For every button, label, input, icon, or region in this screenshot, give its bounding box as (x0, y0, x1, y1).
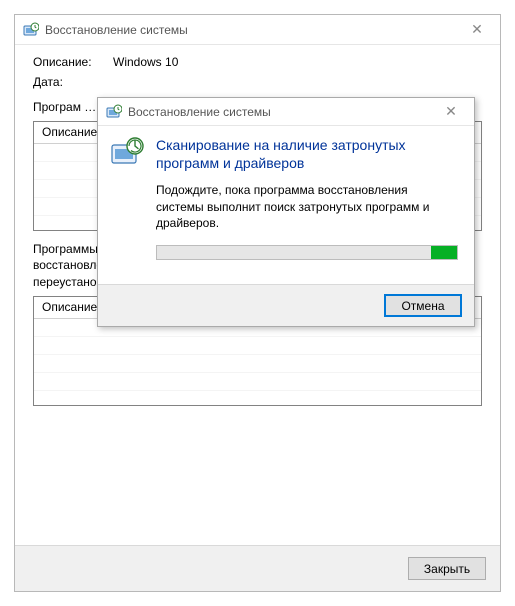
modal-titlebar: Восстановление системы ✕ (98, 98, 474, 126)
cancel-button[interactable]: Отмена (384, 294, 462, 317)
scanning-dialog: Восстановление системы ✕ Сканирование на… (97, 97, 475, 327)
outer-footer: Закрыть (15, 545, 500, 591)
date-row: Дата: (33, 75, 482, 89)
modal-text-area: Сканирование на наличие затронутых прогр… (156, 136, 458, 276)
system-restore-window: Восстановление системы ✕ Описание: Windo… (14, 14, 501, 592)
description-row: Описание: Windows 10 (33, 55, 482, 69)
description-label: Описание: (33, 55, 113, 69)
restore-large-icon (110, 136, 144, 276)
modal-heading: Сканирование на наличие затронутых прогр… (156, 136, 458, 172)
outer-window-title: Восстановление системы (45, 23, 462, 37)
system-restore-icon (23, 22, 39, 38)
modal-body: Сканирование на наличие затронутых прогр… (98, 126, 474, 284)
progress-bar (156, 245, 458, 260)
modal-footer: Отмена (98, 284, 474, 326)
date-label: Дата: (33, 75, 113, 89)
restored-programs-rows (34, 319, 481, 405)
progress-bar-fill (431, 246, 457, 259)
modal-window-title: Восстановление системы (128, 105, 436, 119)
modal-close-button[interactable]: ✕ (436, 103, 466, 120)
outer-titlebar: Восстановление системы ✕ (15, 15, 500, 45)
close-button[interactable]: Закрыть (408, 557, 486, 580)
system-restore-icon (106, 104, 122, 120)
description-value: Windows 10 (113, 55, 178, 69)
modal-message: Подождите, пока программа восстановления… (156, 182, 458, 231)
outer-close-button[interactable]: ✕ (462, 21, 492, 38)
